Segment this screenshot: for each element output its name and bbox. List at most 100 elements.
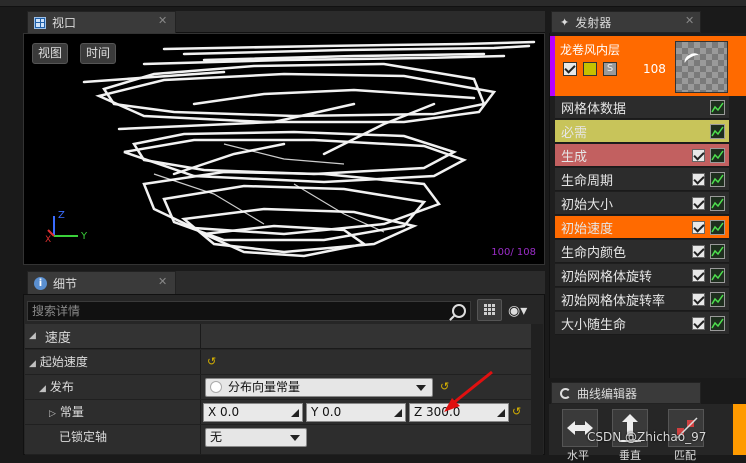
module-row[interactable]: 初始速度: [555, 216, 729, 239]
tornado-particles: [82, 40, 536, 258]
details-scrollbar[interactable]: [531, 324, 543, 455]
details-icon: i: [34, 276, 47, 290]
search-input[interactable]: 搜索详情: [27, 301, 471, 321]
constant-label: 常量: [59, 405, 84, 419]
module-enabled-checkbox[interactable]: [692, 221, 705, 234]
enable-checkbox[interactable]: [563, 62, 577, 76]
chevron-down-icon: [416, 385, 426, 391]
emitter-name: 龙卷风内层: [560, 43, 621, 57]
circle-icon: [210, 381, 222, 393]
vertical-label: 垂直: [619, 449, 641, 462]
module-enabled-checkbox[interactable]: [692, 149, 705, 162]
module-enabled-checkbox[interactable]: [692, 317, 705, 330]
module-row[interactable]: 生命周期: [555, 168, 729, 191]
collapse-arrow-icon[interactable]: ◢: [29, 331, 36, 341]
search-icon[interactable]: [452, 304, 466, 318]
expand-arrow-icon[interactable]: ▷: [49, 409, 56, 419]
top-strip: [0, 0, 746, 7]
module-row[interactable]: 初始网格体旋转: [555, 264, 729, 287]
module-row[interactable]: 生成: [555, 144, 729, 167]
collapse-arrow-icon[interactable]: ◢: [29, 359, 36, 369]
module-label: 必需: [561, 125, 588, 141]
curve-graph-icon[interactable]: [710, 196, 725, 211]
distribution-value: 分布向量常量: [228, 380, 301, 394]
tab-details-label: 细节: [53, 276, 78, 291]
viewport[interactable]: 视图 时间 Z Y X 100/ 108: [23, 33, 545, 265]
curve-graph-icon[interactable]: [710, 172, 725, 187]
close-icon[interactable]: ✕: [685, 14, 694, 27]
viewport-tabbar: [176, 11, 545, 33]
locked-axis-select[interactable]: 无: [205, 428, 307, 447]
module-enabled-checkbox[interactable]: [692, 269, 705, 282]
y-value: Y 0.0: [311, 405, 342, 419]
close-icon[interactable]: ✕: [158, 14, 167, 27]
tab-viewport-label: 视口: [52, 16, 77, 30]
locked-axis-label: 已锁定轴: [59, 430, 108, 444]
tab-viewport[interactable]: 视口: [27, 11, 176, 33]
tab-emitter[interactable]: ✦ 发射器: [551, 11, 701, 33]
s-button[interactable]: S: [603, 62, 617, 76]
curve-graph-icon[interactable]: [710, 292, 725, 307]
horizontal-label: 水平: [567, 449, 589, 462]
emitter-count: 108: [643, 62, 666, 76]
reset-icon[interactable]: ↺: [512, 405, 521, 418]
search-placeholder: 搜索详情: [32, 304, 81, 318]
reset-icon[interactable]: ↺: [207, 355, 216, 368]
curve-graph-icon[interactable]: [710, 316, 725, 331]
x-value: X 0.0: [208, 405, 240, 419]
emitter-icon: ✦: [560, 15, 570, 29]
tab-details[interactable]: i 细节: [27, 271, 176, 294]
tab-curve-editor-label: 曲线编辑器: [577, 386, 638, 401]
curve-graph-icon[interactable]: [710, 148, 725, 163]
solo-icon[interactable]: [583, 62, 597, 76]
axis-y-label: Y: [80, 231, 88, 242]
module-row[interactable]: 初始网格体旋转率: [555, 288, 729, 311]
property-matrix-button[interactable]: [477, 299, 502, 321]
emitter-accent: [550, 36, 555, 96]
module-enabled-checkbox[interactable]: [692, 197, 705, 210]
emitter-thumbnail: [675, 41, 728, 93]
y-field[interactable]: Y 0.0: [306, 403, 406, 422]
drag-handle-icon[interactable]: [392, 407, 402, 417]
tab-emitter-label: 发射器: [575, 15, 612, 30]
curve-graph-icon[interactable]: [710, 244, 725, 259]
drag-handle-icon[interactable]: [289, 407, 299, 417]
module-enabled-checkbox[interactable]: [692, 245, 705, 258]
module-row[interactable]: 网格体数据: [555, 96, 729, 119]
particle-counter: 100/ 108: [491, 247, 536, 258]
category-velocity[interactable]: ◢ 速度: [25, 324, 531, 349]
watermark: CSDN @Zhichao_97: [587, 430, 707, 444]
start-velocity-label: 起始速度: [39, 355, 88, 369]
viewport-icon: [34, 16, 46, 29]
curve-graph-icon[interactable]: [710, 220, 725, 235]
row-locked-axis: 已锁定轴 无: [25, 425, 531, 455]
module-row[interactable]: 初始大小: [555, 192, 729, 215]
axis-gizmo: Z Y X: [45, 210, 88, 245]
module-label: 网格体数据: [561, 101, 627, 117]
distribution-select[interactable]: 分布向量常量: [205, 378, 433, 397]
tab-curve-editor[interactable]: 曲线编辑器: [551, 382, 701, 404]
axis-x-label: X: [45, 235, 51, 245]
match-label: 匹配: [674, 449, 696, 462]
grid-icon: [484, 304, 495, 315]
curve-graph-icon[interactable]: [710, 100, 725, 115]
collapse-arrow-icon[interactable]: ◢: [39, 384, 46, 394]
module-enabled-checkbox[interactable]: [692, 293, 705, 306]
curve-graph-icon[interactable]: [710, 268, 725, 283]
details-tabbar: [176, 271, 545, 294]
x-field[interactable]: X 0.0: [203, 403, 303, 422]
eye-icon[interactable]: ◉▾: [508, 303, 527, 319]
annotation-arrow-icon: [444, 370, 493, 412]
category-label: 速度: [44, 330, 71, 346]
orange-tool-edge[interactable]: [733, 404, 746, 455]
close-icon[interactable]: ✕: [158, 275, 167, 288]
curve-icon: [560, 387, 571, 399]
module-row[interactable]: 生命内颜色: [555, 240, 729, 263]
axis-z-label: Z: [58, 210, 65, 221]
module-row[interactable]: 大小随生命: [555, 312, 729, 335]
chevron-down-icon: [290, 435, 300, 441]
curve-graph-icon[interactable]: [710, 124, 725, 139]
module-row[interactable]: 必需: [555, 120, 729, 143]
module-enabled-checkbox[interactable]: [692, 173, 705, 186]
locked-axis-value: 无: [210, 430, 223, 444]
